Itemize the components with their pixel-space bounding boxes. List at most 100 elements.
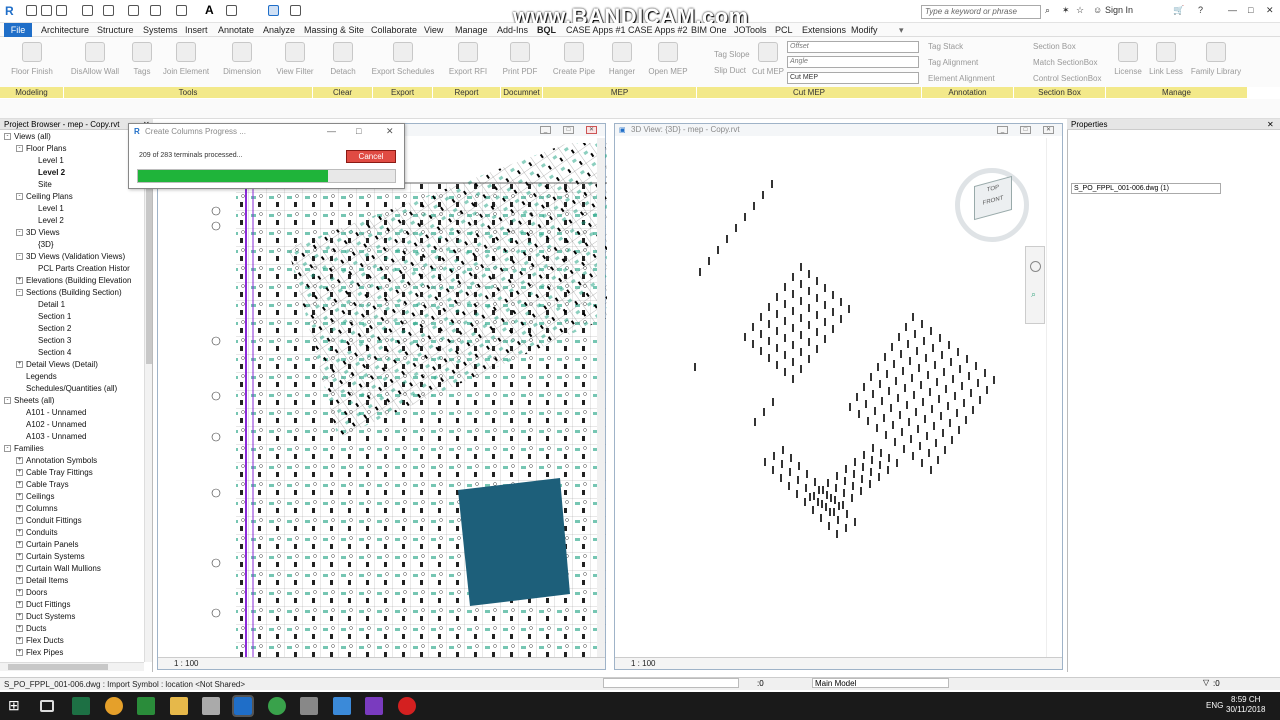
- open-icon[interactable]: [26, 5, 37, 16]
- floor-plan-canvas[interactable]: [158, 138, 607, 659]
- tree-toggle-icon[interactable]: +: [16, 565, 23, 573]
- tree-toggle-icon[interactable]: -: [4, 133, 11, 141]
- tree-item[interactable]: A102 - Unnamed: [16, 420, 86, 429]
- 3d-view-restore-icon[interactable]: □: [1020, 126, 1031, 134]
- tab-view[interactable]: View: [424, 25, 443, 35]
- tree-toggle-icon[interactable]: +: [16, 505, 23, 513]
- tree-item[interactable]: + Elevations (Building Elevation: [16, 276, 131, 285]
- tree-toggle-icon[interactable]: -: [16, 145, 23, 153]
- minimize-icon[interactable]: —: [1228, 5, 1237, 15]
- view-cube[interactable]: TOP FRONT: [955, 168, 1029, 242]
- panel-clear[interactable]: Clear: [313, 87, 373, 98]
- bandicam-icon[interactable]: [398, 697, 416, 715]
- revit-logo-icon[interactable]: R: [5, 4, 18, 18]
- floor-plan-view[interactable]: _ □ ✕ 1: 100: [157, 123, 607, 670]
- tree-item[interactable]: + Doors: [16, 588, 47, 597]
- tree-item[interactable]: Section 4: [28, 348, 71, 357]
- thin-lines-icon[interactable]: [268, 5, 279, 16]
- search-input[interactable]: Type a keyword or phrase: [921, 5, 1041, 19]
- tree-item[interactable]: + Curtain Systems: [16, 552, 85, 561]
- tree-toggle-icon[interactable]: +: [16, 601, 23, 609]
- tree-item[interactable]: - Sections (Building Section): [16, 288, 122, 297]
- tab-jotools[interactable]: JOTools: [734, 25, 767, 35]
- tag-slope-button[interactable]: Tag Slope: [714, 50, 750, 59]
- print-pdf-button[interactable]: Print PDF: [490, 42, 550, 76]
- tree-item[interactable]: Schedules/Quantities (all): [16, 384, 117, 393]
- navigation-bar[interactable]: ⌕: [1025, 246, 1045, 324]
- project-browser-scrollbar[interactable]: [144, 132, 152, 662]
- panel-documnet[interactable]: Documnet: [501, 87, 543, 98]
- view-restore-icon[interactable]: □: [563, 126, 574, 134]
- sign-in-link[interactable]: Sign In: [1105, 5, 1133, 15]
- tree-toggle-icon[interactable]: +: [16, 613, 23, 621]
- save-icon[interactable]: [41, 5, 52, 16]
- tree-toggle-icon[interactable]: +: [16, 529, 23, 537]
- 3d-view[interactable]: 3D View: {3D} - mep - Copy.rvt ▣ _ □ ✕ T…: [614, 123, 1063, 670]
- language-indicator[interactable]: ENG: [1206, 701, 1223, 710]
- tree-toggle-icon[interactable]: -: [4, 397, 11, 405]
- tree-item[interactable]: - Ceiling Plans: [16, 192, 73, 201]
- task-view-icon[interactable]: [40, 700, 54, 712]
- tree-toggle-icon[interactable]: +: [16, 493, 23, 501]
- app-green-icon[interactable]: [268, 697, 286, 715]
- tag-alignment-button[interactable]: Tag Alignment: [928, 58, 978, 67]
- tree-item[interactable]: + Cable Tray Fittings: [16, 468, 93, 477]
- tree-item[interactable]: {3D}: [28, 240, 54, 249]
- tree-toggle-icon[interactable]: +: [16, 481, 23, 489]
- tab-insert[interactable]: Insert: [185, 25, 208, 35]
- tree-toggle-icon[interactable]: +: [16, 469, 23, 477]
- visual-studio-icon[interactable]: [365, 697, 383, 715]
- sync-icon[interactable]: [56, 5, 67, 16]
- tree-item[interactable]: + Detail Views (Detail): [16, 360, 98, 369]
- panel-export[interactable]: Export: [373, 87, 433, 98]
- subscription-icon[interactable]: ✶: [1062, 5, 1070, 16]
- control-section-box-button[interactable]: Control SectionBox: [1033, 74, 1101, 83]
- cancel-button[interactable]: Cancel: [346, 150, 396, 163]
- maximize-icon[interactable]: □: [1248, 5, 1253, 15]
- panel-modeling[interactable]: Modeling: [0, 87, 64, 98]
- 3d-view-close-icon[interactable]: ✕: [1043, 126, 1054, 134]
- text-icon[interactable]: A: [205, 3, 214, 17]
- filter-icon[interactable]: ▽: [1203, 678, 1209, 687]
- dimension-icon[interactable]: [176, 5, 187, 16]
- tree-item[interactable]: -3D Views (Validation Views): [16, 252, 125, 261]
- tree-toggle-icon[interactable]: -: [16, 253, 23, 261]
- tree-toggle-icon[interactable]: -: [4, 445, 11, 453]
- tree-toggle-icon[interactable]: +: [16, 625, 23, 633]
- tab-manage[interactable]: Manage: [455, 25, 488, 35]
- properties-close-icon[interactable]: ✕: [1267, 120, 1274, 129]
- close-icon[interactable]: ✕: [1266, 5, 1274, 16]
- tree-item[interactable]: + Cable Trays: [16, 480, 69, 489]
- tab-annotate[interactable]: Annotate: [218, 25, 254, 35]
- tab-add-ins[interactable]: Add-Ins: [497, 25, 528, 35]
- app-gray-icon[interactable]: [300, 697, 318, 715]
- tab-extensions[interactable]: Extensions: [802, 25, 846, 35]
- tree-item[interactable]: + Duct Fittings: [16, 600, 70, 609]
- print-icon[interactable]: [128, 5, 139, 16]
- tree-item[interactable]: PCL Parts Creation Histor: [28, 264, 130, 273]
- zoom-icon[interactable]: ⌕: [1031, 289, 1036, 300]
- tab-file[interactable]: File: [4, 23, 32, 37]
- excel-icon[interactable]: [72, 697, 90, 715]
- main-model-select[interactable]: Main Model: [812, 678, 949, 688]
- tree-toggle-icon[interactable]: -: [16, 193, 23, 201]
- tree-toggle-icon[interactable]: +: [16, 553, 23, 561]
- selected-region[interactable]: [458, 478, 570, 606]
- export-rfi-button[interactable]: Export RFI: [438, 42, 498, 76]
- dialog-minimize-icon[interactable]: —: [327, 126, 336, 136]
- tree-item[interactable]: - Floor Plans: [16, 144, 66, 153]
- tree-toggle-icon[interactable]: +: [16, 457, 23, 465]
- steering-wheel-icon[interactable]: [1030, 261, 1041, 272]
- tree-item[interactable]: Level 1: [28, 204, 64, 213]
- angle-input[interactable]: Angle: [787, 56, 919, 68]
- panel-report[interactable]: Report: [433, 87, 501, 98]
- tree-item[interactable]: - Sheets (all): [4, 396, 54, 405]
- tab-architecture[interactable]: Architecture: [41, 25, 89, 35]
- revit-taskbar-icon[interactable]: [232, 695, 254, 717]
- files-icon[interactable]: [202, 697, 220, 715]
- tree-item[interactable]: Section 2: [28, 324, 71, 333]
- join-element-button[interactable]: Join Element: [156, 42, 216, 76]
- type-selector[interactable]: S_PO_FPPL_001-006.dwg (1): [1071, 183, 1221, 194]
- tree-toggle-icon[interactable]: +: [16, 589, 23, 597]
- tree-toggle-icon[interactable]: -: [16, 289, 23, 297]
